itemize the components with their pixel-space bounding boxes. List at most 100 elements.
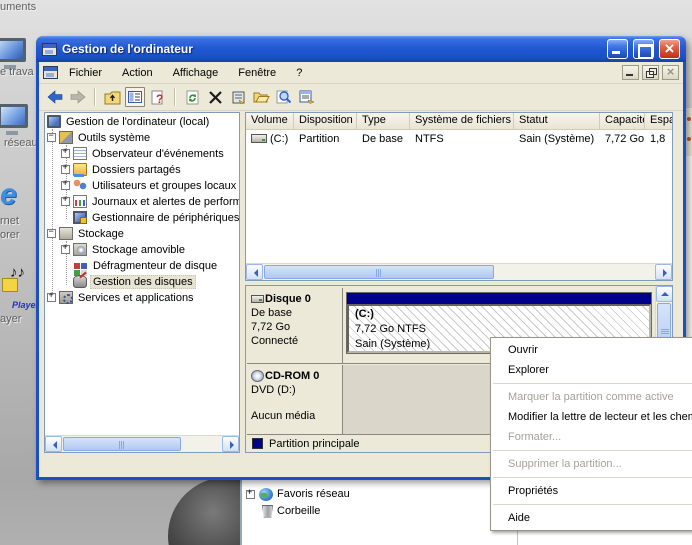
expand-plus-icon[interactable] [61,197,70,206]
volume-type: De base [357,133,410,145]
tree-item-services-applications[interactable]: Services et applications [45,289,239,305]
partition-name: (C:) [355,307,649,322]
menu-fichier[interactable]: Fichier [60,65,111,81]
column-header-statut[interactable]: Statut [514,113,600,130]
forward-icon[interactable] [68,87,88,107]
scroll-right-arrow[interactable] [655,264,672,280]
collapse-minus-icon[interactable] [47,229,56,238]
list-horizontal-scrollbar[interactable] [246,263,672,280]
storage-icon [59,227,73,240]
expand-plus-icon[interactable] [61,181,70,190]
cdrom-info[interactable]: CD-ROM 0 DVD (D:) Aucun média [247,365,343,434]
menu-bar: Fichier Action Affichage Fenêtre ? [39,62,683,84]
column-header-disposition[interactable]: Disposition [294,113,357,130]
tree-item-stockage-amovible[interactable]: Stockage amovible [45,241,239,257]
delete-icon[interactable] [205,87,225,107]
menu-item-modifier-lettre[interactable]: Modifier la lettre de lecteur et les che… [491,407,692,427]
expand-plus-icon[interactable] [61,165,70,174]
desktop-label-player: ayer [0,313,21,325]
tree-item-label: Outils système [76,132,152,144]
tree-horizontal-scrollbar[interactable] [45,435,239,452]
open-folder-icon[interactable] [251,87,271,107]
tree-item-corbeille[interactable]: Corbeille [246,503,320,519]
column-header-type[interactable]: Type [357,113,410,130]
expand-plus-icon[interactable] [61,245,70,254]
menu-fenetre[interactable]: Fenêtre [229,65,285,81]
column-header-systeme-fichiers[interactable]: Système de fichiers [410,113,514,130]
tree-item-observateur-evenements[interactable]: Observateur d'événements [45,145,239,161]
scroll-right-arrow[interactable] [222,436,239,452]
child-restore-button[interactable] [642,65,659,80]
column-header-espace[interactable]: Espace li [645,113,673,130]
scroll-up-arrow[interactable] [656,286,673,302]
menu-item-aide[interactable]: Aide [491,508,692,528]
close-button[interactable] [659,39,680,59]
scroll-left-arrow[interactable] [45,436,62,452]
tree-item-outils-systeme[interactable]: Outils système [45,129,239,145]
tree-item-label: Favoris réseau [277,488,350,500]
tree-item-label: Observateur d'événements [90,148,226,160]
child-window-icon[interactable] [43,66,58,79]
tree-item-defragmenteur[interactable]: Défragmenteur de disque [45,257,239,273]
menu-item-ouvrir[interactable]: Ouvrir [491,340,692,360]
partition-context-menu: Ouvrir Explorer Marquer la partition com… [490,337,692,531]
tree-item-utilisateurs-groupes[interactable]: Utilisateurs et groupes locaux [45,177,239,193]
tree-item-stockage[interactable]: Stockage [45,225,239,241]
help-icon[interactable]: ? [148,87,168,107]
find-icon[interactable] [274,87,294,107]
volume-statut: Sain (Système) [514,133,600,145]
menu-action[interactable]: Action [113,65,162,81]
back-icon[interactable] [45,87,65,107]
volume-row-c[interactable]: (C:) Partition De base NTFS Sain (Systèm… [246,130,672,147]
column-header-capacite[interactable]: Capacité [600,113,645,130]
media-player-icon[interactable] [2,268,36,302]
scrollbar-thumb[interactable] [63,437,181,451]
my-computer-icon[interactable] [0,38,26,62]
column-header-volume[interactable]: Volume [246,113,294,130]
tree-item-gestionnaire-peripheriques[interactable]: Gestionnaire de périphériques [45,209,239,225]
menu-item-proprietes[interactable]: Propriétés [491,481,692,501]
window-icon [42,43,57,56]
volume-list-panel: Volume Disposition Type Système de fichi… [245,112,673,281]
expand-plus-icon[interactable] [61,149,70,158]
menu-item-explorer[interactable]: Explorer [491,360,692,380]
scrollbar-thumb[interactable] [264,265,494,279]
export-list-icon[interactable] [297,87,317,107]
up-one-level-icon[interactable] [102,87,122,107]
menu-item-formater: Formater... [491,427,692,447]
console-tree-panel: Gestion de l'ordinateur (local) Outils s… [44,112,240,453]
legend-label: Partition principale [269,438,360,450]
network-places-icon[interactable] [0,104,28,128]
recycle-bin-icon [262,505,273,518]
tree-item-dossiers-partages[interactable]: Dossiers partagés [45,161,239,177]
tree-item-favoris-reseau[interactable]: Favoris réseau [246,486,350,502]
title-bar[interactable]: Gestion de l'ordinateur [36,36,686,62]
menu-affichage[interactable]: Affichage [164,65,228,81]
disk0-type: De base [251,306,340,320]
tree-item-label: Utilisateurs et groupes locaux [90,180,238,192]
child-minimize-button[interactable] [622,65,639,80]
tree-item-label: Gestion de l'ordinateur (local) [64,116,211,128]
minimize-button[interactable] [607,39,628,59]
tree-item-journaux-alertes[interactable]: Journaux et alertes de performance [45,193,239,209]
volume-espace: 1,8 [645,133,673,145]
cdrom-name: CD-ROM 0 [265,369,319,383]
internet-explorer-icon[interactable] [0,178,17,212]
tree-item-gestion-des-disques[interactable]: Gestion des disques [45,273,239,289]
tree-item-label: Stockage [76,228,126,240]
expand-plus-icon[interactable] [246,490,255,499]
properties-icon[interactable] [228,87,248,107]
collapse-minus-icon[interactable] [47,133,56,142]
scroll-left-arrow[interactable] [246,264,263,280]
show-hide-console-tree-icon[interactable] [125,87,145,107]
disk0-status: Connecté [251,334,340,348]
disk0-info[interactable]: Disque 0 De base 7,72 Go Connecté [247,288,343,363]
tree-item-label: Gestion des disques [90,275,196,289]
expand-plus-icon[interactable] [47,293,56,302]
menu-help[interactable]: ? [287,65,311,81]
tree-item-computer-management-local[interactable]: Gestion de l'ordinateur (local) [45,113,239,129]
desktop-label-internet-1: rnet [0,215,19,227]
maximize-button[interactable] [633,39,654,59]
child-close-button[interactable] [662,65,679,80]
refresh-icon[interactable] [182,87,202,107]
